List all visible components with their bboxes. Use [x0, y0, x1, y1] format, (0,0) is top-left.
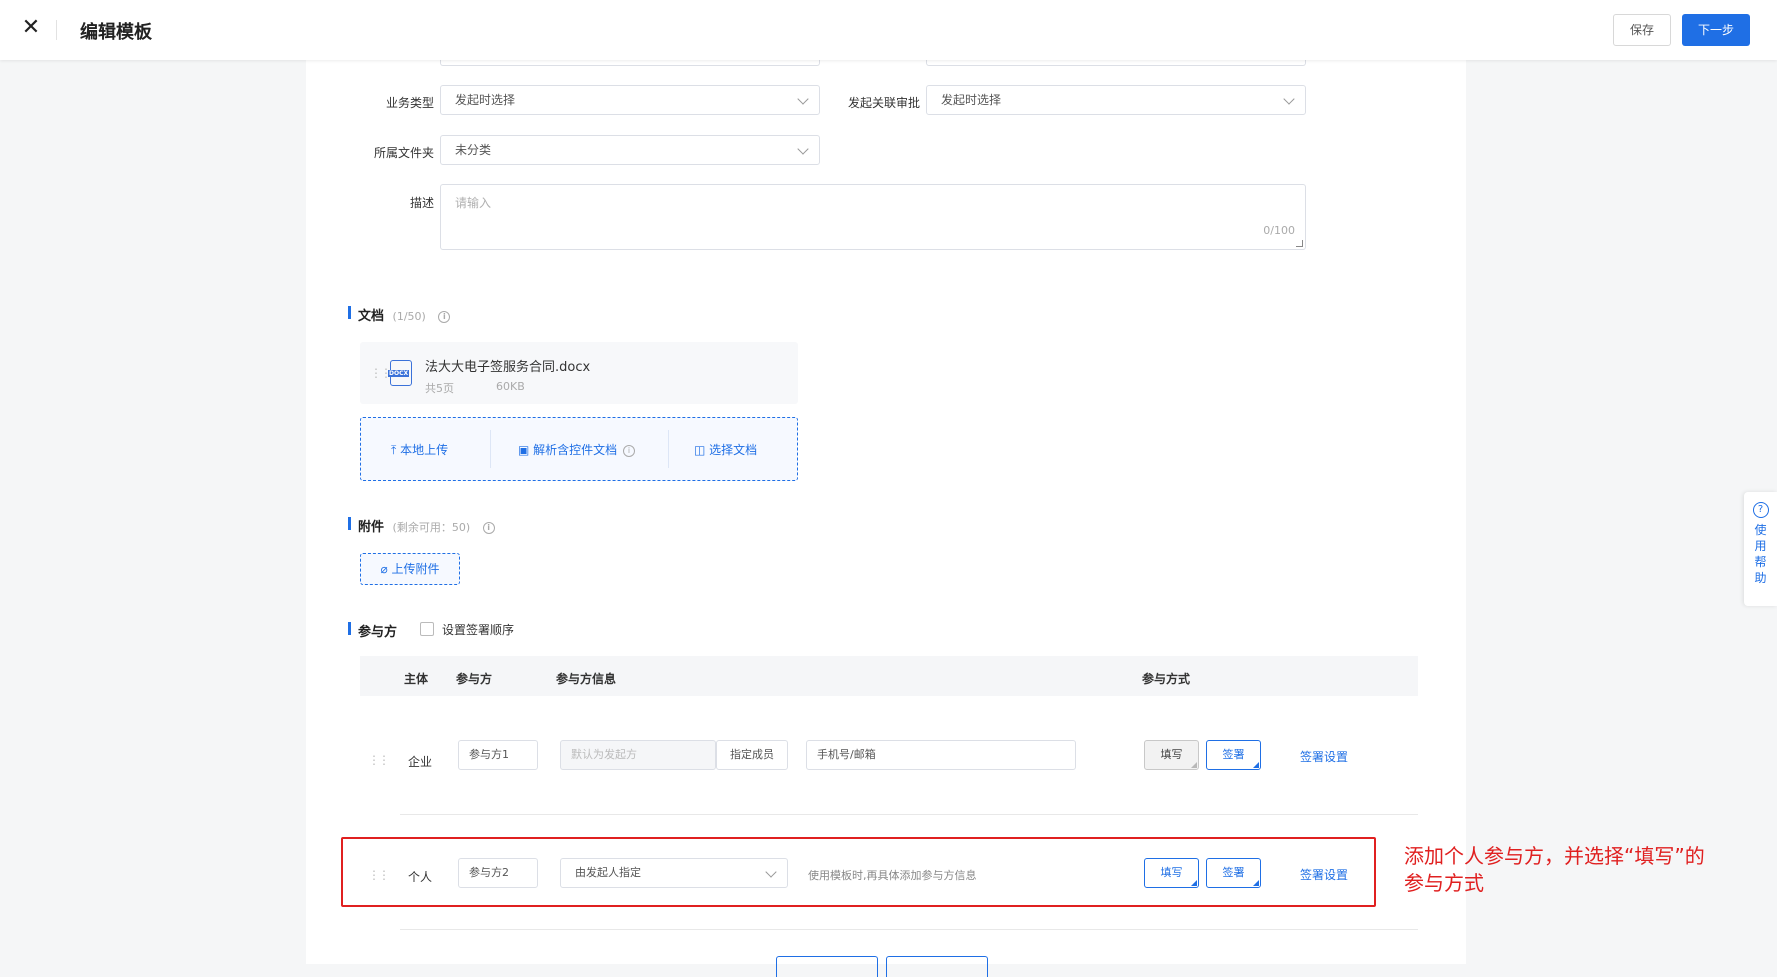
- business-type-select[interactable]: 发起时选择: [440, 85, 820, 115]
- attachments-title: 附件: [358, 520, 385, 535]
- top-bar: ✕ 编辑模板 保存 下一步: [0, 0, 1777, 60]
- chevron-down-icon: [797, 143, 809, 155]
- assign-member-button[interactable]: 指定成员: [716, 740, 788, 770]
- select-doc-icon: ◫: [694, 443, 706, 457]
- description-counter: 0/100: [1263, 224, 1295, 237]
- row1-fill-button[interactable]: 填写: [1144, 740, 1199, 770]
- signing-order-checkbox[interactable]: [420, 622, 434, 636]
- approval-value: 发起时选择: [941, 93, 1002, 107]
- cropped-bottom-button[interactable]: [886, 956, 988, 977]
- folder-value: 未分类: [455, 143, 492, 157]
- documents-section-title: 文档 (1/50) i: [348, 305, 451, 324]
- template-form-card: 业务类型 发起时选择 发起关联审批 发起时选择 所属文件夹 未分类 描述 请输入…: [306, 50, 1466, 977]
- docx-file-icon-text: DOCX: [388, 370, 410, 377]
- local-upload-label: 本地上传: [400, 443, 449, 457]
- document-pages: 共5页: [425, 382, 454, 395]
- business-type-value: 发起时选择: [455, 93, 516, 107]
- chevron-down-icon: [1283, 93, 1295, 105]
- document-name: 法大大电子签服务合同.docx: [425, 360, 591, 375]
- row-divider: [400, 814, 1418, 815]
- help-char: 帮: [1754, 555, 1767, 569]
- row1-subject: 企业: [408, 755, 433, 769]
- document-size: 60KB: [496, 380, 525, 393]
- help-tab[interactable]: ? 使 用 帮 助: [1744, 492, 1777, 606]
- row1-info-input[interactable]: 默认为发起方: [560, 740, 716, 770]
- row1-fill-label: 填写: [1160, 748, 1183, 761]
- attachments-section-title: 附件 (剩余可用：50) i: [348, 516, 495, 535]
- upload-icon: ⤒: [391, 443, 397, 457]
- header-subject: 主体: [404, 672, 429, 686]
- row1-party-input[interactable]: 参与方1: [458, 740, 538, 770]
- participants-title: 参与方: [358, 625, 398, 640]
- header-mode: 参与方式: [1142, 672, 1191, 686]
- info-icon[interactable]: i: [482, 521, 495, 534]
- select-doc-label: 选择文档: [709, 443, 758, 457]
- annotation-line2: 参与方式: [1404, 871, 1484, 895]
- drag-handle-icon[interactable]: ⋮⋮: [370, 366, 392, 380]
- attachments-remaining: (剩余可用：50): [392, 521, 471, 534]
- header-party: 参与方: [456, 672, 493, 686]
- approval-select[interactable]: 发起时选择: [926, 85, 1306, 115]
- parse-doc-icon: ▣: [518, 443, 530, 457]
- info-icon[interactable]: i: [438, 310, 451, 323]
- signing-order-label: 设置签署顺序: [442, 623, 515, 637]
- row-divider: [400, 929, 1418, 930]
- participant-row-company: ⋮⋮ 企业 参与方1 默认为发起方 指定成员 手机号/邮箱 填写 签署 签署设置: [360, 740, 1418, 840]
- header-divider: [56, 20, 57, 40]
- highlight-box: [341, 837, 1376, 907]
- resize-handle[interactable]: [1296, 240, 1303, 247]
- local-upload-button[interactable]: ⤒ 本地上传: [391, 441, 448, 458]
- drag-handle-icon[interactable]: ⋮⋮: [368, 753, 390, 767]
- description-textarea[interactable]: 请输入 0/100: [440, 184, 1306, 250]
- chevron-down-icon: [797, 93, 809, 105]
- folder-select[interactable]: 未分类: [440, 135, 820, 165]
- help-char: 助: [1754, 571, 1767, 585]
- info-icon[interactable]: i: [623, 444, 636, 457]
- upload-attachment-button[interactable]: ⌀ 上传附件: [360, 553, 460, 585]
- upload-attachment-label: 上传附件: [391, 562, 440, 576]
- action-divider: [668, 430, 669, 468]
- help-char: 使: [1754, 523, 1767, 537]
- approval-label: 发起关联审批: [847, 96, 920, 110]
- folder-label: 所属文件夹: [373, 146, 434, 160]
- parse-doc-button[interactable]: ▣ 解析含控件文档 i: [518, 441, 636, 458]
- document-item[interactable]: ⋮⋮ DOCX 法大大电子签服务合同.docx 共5页 60KB: [360, 342, 798, 404]
- cropped-bottom-button[interactable]: [776, 956, 878, 977]
- annotation-text: 添加个人参与方，并选择“填写”的 参与方式: [1404, 843, 1705, 897]
- help-icon: ?: [1752, 502, 1769, 518]
- participants-section-title: 参与方: [348, 621, 397, 640]
- save-button[interactable]: 保存: [1613, 14, 1671, 46]
- annotation-line1: 添加个人参与方，并选择“填写”的: [1404, 844, 1705, 868]
- row1-sign-button[interactable]: 签署: [1206, 740, 1261, 770]
- next-step-button[interactable]: 下一步: [1682, 14, 1750, 46]
- select-doc-button[interactable]: ◫ 选择文档: [694, 441, 757, 458]
- business-type-label: 业务类型: [385, 96, 434, 110]
- corner-mark-icon: [1253, 762, 1259, 768]
- participants-table-header: 主体 参与方 参与方信息 参与方式: [360, 656, 1418, 696]
- docx-file-icon: DOCX: [388, 360, 412, 386]
- page-title: 编辑模板: [80, 22, 152, 43]
- row1-sign-label: 签署: [1222, 748, 1245, 761]
- row1-contact-input[interactable]: 手机号/邮箱: [806, 740, 1076, 770]
- action-divider: [490, 430, 491, 468]
- header-info: 参与方信息: [556, 672, 617, 686]
- row1-sign-settings-link[interactable]: 签署设置: [1300, 748, 1348, 765]
- corner-mark-icon: [1191, 762, 1197, 768]
- help-char: 用: [1754, 539, 1767, 553]
- parse-doc-label: 解析含控件文档: [533, 443, 618, 457]
- description-placeholder: 请输入: [455, 196, 492, 210]
- documents-title: 文档: [358, 309, 385, 324]
- document-actions-box: ⤒ 本地上传 ▣ 解析含控件文档 i ◫ 选择文档: [360, 417, 798, 481]
- description-label: 描述: [409, 196, 434, 210]
- documents-count: (1/50): [392, 310, 426, 323]
- paperclip-icon: ⌀: [380, 562, 388, 576]
- close-icon[interactable]: ✕: [20, 17, 42, 39]
